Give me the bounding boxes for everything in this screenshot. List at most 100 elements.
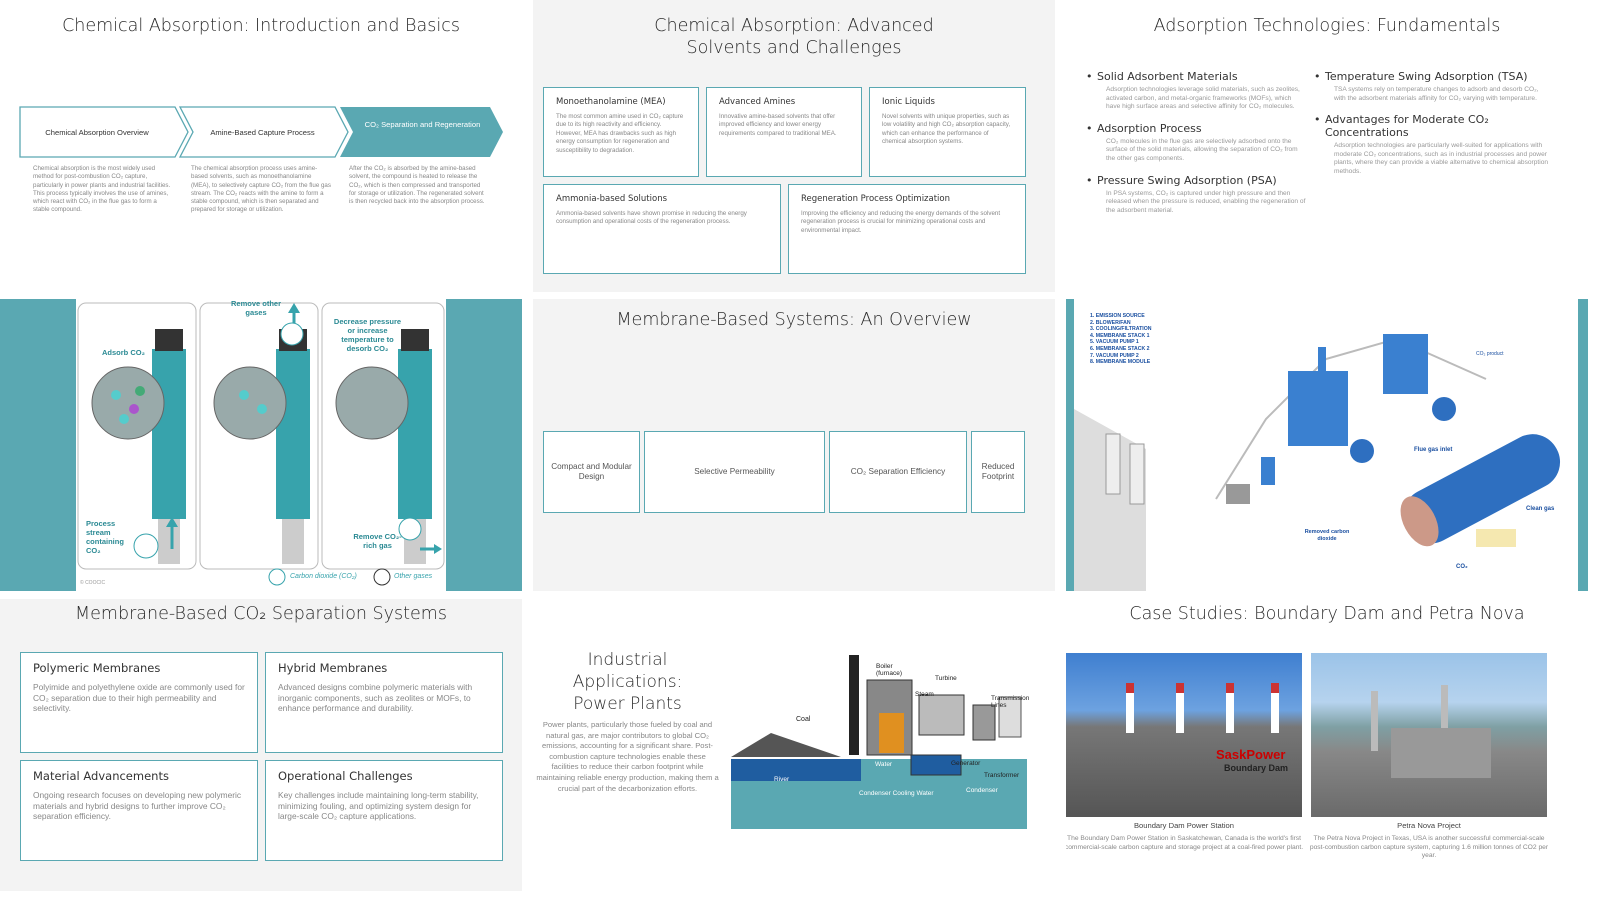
adsorb-label: Adsorb CO₂ bbox=[102, 348, 145, 357]
box-heading: Hybrid Membranes bbox=[278, 661, 388, 675]
box-heading: Ionic Liquids bbox=[882, 97, 935, 107]
bullet-heading: Temperature Swing Adsorption (TSA) bbox=[1314, 70, 1550, 83]
step-3-label: CO₂ Separation and Regeneration bbox=[364, 119, 481, 129]
box-hybrid: Hybrid Membranes Advanced designs combin… bbox=[265, 652, 503, 753]
process-stream-label: Process stream containing CO₂ bbox=[86, 519, 124, 555]
removed-co2-label: Removed carbon dioxide bbox=[1304, 529, 1350, 542]
box-text: Innovative amine-based solvents that off… bbox=[719, 113, 837, 137]
label-water: Water bbox=[875, 761, 893, 768]
bullet-text: TSA systems rely on temperature changes … bbox=[1334, 86, 1539, 102]
label-condenser: Condenser bbox=[966, 787, 998, 794]
slide-adsorption-illustration[interactable]: Adsorb CO₂ Remove other gases Decrease p… bbox=[0, 299, 522, 591]
box-polymeric: Polymeric Membranes Polyimide and polyet… bbox=[20, 652, 258, 753]
label-steam: Steam bbox=[915, 691, 934, 698]
box-ammonia: Ammonia-based Solutions Ammonia-based so… bbox=[543, 184, 781, 274]
box-advanced-amines: Advanced Amines Innovative amine-based s… bbox=[706, 87, 862, 177]
box-mea: Monoethanolamine (MEA) The most common a… bbox=[543, 87, 699, 177]
bullet-heading: Advantages for Moderate CO₂ Concentratio… bbox=[1314, 113, 1550, 139]
remove-other-label: Remove other gases bbox=[230, 299, 281, 317]
box-text: Polyimide and polyethylene oxide are com… bbox=[33, 682, 245, 713]
flue-gas-inlet-label: Flue gas inlet bbox=[1414, 447, 1453, 453]
co2-label: CO₂ bbox=[1456, 564, 1468, 570]
photo-boundary-dam: SaskPower Boundary Dam bbox=[1066, 653, 1302, 817]
bullet-item: Adsorption Process CO₂ molecules in the … bbox=[1086, 122, 1307, 164]
box-text: Key challenges include maintaining long-… bbox=[278, 790, 479, 821]
slide-title: Industrial Applications: Power Plants bbox=[572, 650, 683, 714]
step-3-text: After the CO₂ is absorbed by the amine-b… bbox=[349, 165, 485, 206]
label-transformer: Transformer bbox=[984, 772, 1020, 779]
slide-adsorption-fundamentals[interactable]: Adsorption Technologies: Fundamentals So… bbox=[1066, 0, 1588, 292]
remove-rich-label: Remove CO₂-rich gas bbox=[353, 532, 402, 550]
box-advancements: Material Advancements Ongoing research f… bbox=[20, 760, 258, 861]
clean-gas-label: Clean gas bbox=[1526, 506, 1555, 512]
box-heading: Ammonia-based Solutions bbox=[556, 194, 668, 204]
bullet-heading: Adsorption Process bbox=[1086, 122, 1307, 135]
box-heading: Monoethanolamine (MEA) bbox=[556, 97, 666, 107]
left-bullets: Solid Adsorbent Materials Adsorption tec… bbox=[1086, 70, 1307, 216]
slide-membrane-separation[interactable]: Membrane-Based CO₂ Separation Systems Po… bbox=[0, 599, 522, 891]
bullet-text: CO₂ molecules in the flue gas are select… bbox=[1106, 137, 1298, 162]
sign-saskpower: SaskPower bbox=[1216, 747, 1286, 762]
feature-footprint: Reduced Footprint bbox=[971, 431, 1025, 513]
bullet-item: Temperature Swing Adsorption (TSA) TSA s… bbox=[1314, 70, 1550, 103]
bullet-heading: Pressure Swing Adsorption (PSA) bbox=[1086, 174, 1307, 187]
slide-membrane-plant-diagram[interactable]: 1. EMISSION SOURCE 2. BLOWER/FAN 3. COOL… bbox=[1066, 299, 1588, 591]
slide-title: Adsorption Technologies: Fundamentals bbox=[1153, 16, 1501, 36]
bullet-item: Solid Adsorbent Materials Adsorption tec… bbox=[1086, 70, 1307, 112]
photo-petra-nova bbox=[1311, 653, 1547, 817]
credit: © COOCIC bbox=[80, 580, 106, 586]
box-heading: Polymeric Membranes bbox=[33, 661, 161, 675]
legend-item: 5. VACUUM PUMP 1 bbox=[1090, 339, 1139, 346]
slide-title: Membrane-Based CO₂ Separation Systems bbox=[75, 604, 447, 624]
box-text: Novel solvents with unique properties, s… bbox=[882, 113, 1011, 146]
legend-item: 7. VACUUM PUMP 2 bbox=[1090, 352, 1139, 359]
label-river: River bbox=[774, 776, 790, 783]
box-heading: Operational Challenges bbox=[278, 769, 413, 783]
box-ionic-liquids: Ionic Liquids Novel solvents with unique… bbox=[869, 87, 1026, 177]
box-text: Improving the efficiency and reducing th… bbox=[801, 210, 1001, 234]
feature-efficiency: CO₂ Separation Efficiency bbox=[829, 431, 967, 513]
legend-item: 8. MEMBRANE MODULE bbox=[1090, 359, 1151, 366]
sign-boundary-dam: Boundary Dam bbox=[1224, 763, 1289, 773]
slide-chemical-absorption-basics[interactable]: Chemical Absorption: Introduction and Ba… bbox=[0, 0, 522, 292]
box-text: Ongoing research focuses on developing n… bbox=[33, 790, 242, 821]
bullet-text: Adsorption technologies are particularly… bbox=[1334, 142, 1549, 175]
legend-co2: Carbon dioxide (CO₂) bbox=[290, 573, 357, 580]
slide-power-plants[interactable]: Industrial Applications: Power Plants Po… bbox=[533, 599, 1055, 891]
legend-item: 3. COOLING/FILTRATION bbox=[1090, 326, 1152, 333]
label-boiler: Boiler (furnace) bbox=[876, 663, 903, 677]
box-text: Ammonia-based solvents have shown promis… bbox=[556, 210, 747, 226]
step-1-label: Chemical Absorption Overview bbox=[45, 127, 149, 137]
bullet-item: Pressure Swing Adsorption (PSA) In PSA s… bbox=[1086, 174, 1307, 216]
slide-advanced-solvents[interactable]: Chemical Absorption: Advanced Solvents a… bbox=[533, 0, 1055, 292]
step-1-text: Chemical absorption is the most widely u… bbox=[33, 165, 171, 214]
slide-case-studies[interactable]: Case Studies: Boundary Dam and Petra Nov… bbox=[1066, 599, 1588, 891]
right-bullets: Temperature Swing Adsorption (TSA) TSA s… bbox=[1314, 70, 1550, 177]
step-2-label: Amine-Based Capture Process bbox=[210, 127, 315, 137]
slide-text: Power plants, particularly those fueled … bbox=[536, 720, 719, 793]
box-heading: Material Advancements bbox=[33, 769, 169, 783]
label-condenser-cooling: Condenser Cooling Water bbox=[859, 790, 934, 797]
label-generator: Generator bbox=[951, 760, 981, 767]
legend-item: 2. BLOWER/FAN bbox=[1090, 319, 1131, 326]
caption-petra-nova: Petra Nova Project bbox=[1397, 821, 1461, 830]
step-2-text: The chemical absorption process uses ami… bbox=[191, 165, 331, 214]
box-regeneration: Regeneration Process Optimization Improv… bbox=[788, 184, 1026, 274]
label-turbine: Turbine bbox=[935, 675, 957, 682]
decrease-pressure-label: Decrease pressure or increase temperatur… bbox=[333, 317, 402, 353]
bullet-text: Adsorption technologies leverage solid m… bbox=[1106, 86, 1300, 111]
feature-compact: Compact and Modular Design bbox=[543, 431, 640, 513]
slide-title: Case Studies: Boundary Dam and Petra Nov… bbox=[1129, 604, 1525, 624]
desc-petra-nova: The Petra Nova Project in Texas, USA is … bbox=[1309, 835, 1549, 860]
slide-title: Membrane-Based Systems: An Overview bbox=[616, 310, 972, 330]
bullet-text: In PSA systems, CO₂ is captured under hi… bbox=[1106, 189, 1306, 214]
legend-item: 6. MEMBRANE STACK 2 bbox=[1090, 345, 1150, 352]
slide-title: Chemical Absorption: Advanced Solvents a… bbox=[654, 16, 934, 58]
legend-item: 4. MEMBRANE STACK 1 bbox=[1090, 332, 1150, 339]
desc-boundary-dam: The Boundary Dam Power Station in Saskat… bbox=[1066, 835, 1304, 851]
box-text: Advanced designs combine polymeric mater… bbox=[278, 682, 473, 713]
box-text: The most common amine used in CO₂ captur… bbox=[556, 113, 684, 154]
label-coal: Coal bbox=[796, 716, 811, 723]
bullet-heading: Solid Adsorbent Materials bbox=[1086, 70, 1307, 83]
box-heading: Advanced Amines bbox=[719, 97, 796, 107]
